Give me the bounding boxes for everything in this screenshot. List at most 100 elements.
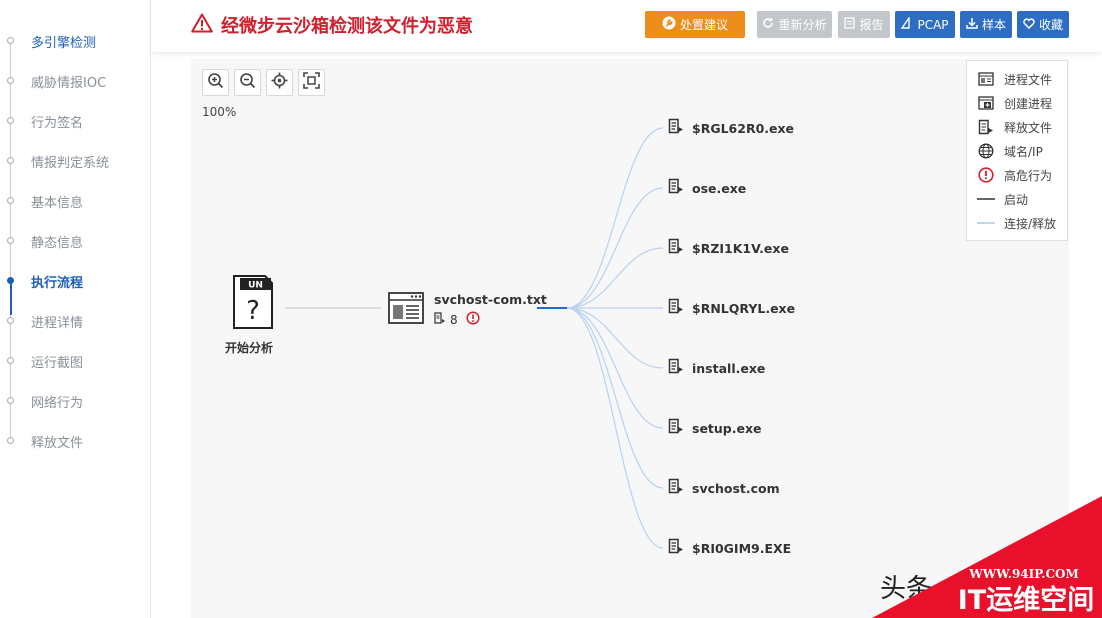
- nav-item-label: 执行流程: [31, 276, 84, 291]
- nav-dot: [7, 37, 14, 44]
- dropped-file-name: $RZI1K1V.exe: [692, 240, 789, 256]
- nav-item-label: 威胁情报IOC: [31, 76, 107, 91]
- edge-child-8: [566, 307, 664, 549]
- globe-icon: [977, 143, 995, 159]
- dropped-file-node[interactable]: $RGL62R0.exe: [668, 118, 794, 138]
- nav-item-label: 行为签名: [31, 116, 84, 131]
- nav-dot: [7, 397, 14, 404]
- legend-dropped-file: 释放文件: [977, 118, 1052, 136]
- process-node[interactable]: [388, 292, 424, 324]
- dropped-file-icon: [977, 119, 995, 135]
- dropped-file-node[interactable]: setup.exe: [668, 418, 762, 437]
- dropped-file-icon: [668, 298, 684, 318]
- sidebar-nav: 多引擎检测 威胁情报IOC 行为签名 情报判定系统 基本信息 静态信息 执行流程…: [0, 0, 151, 618]
- legend-domain-ip: 域名/IP: [977, 142, 1043, 160]
- button-label: 样本: [981, 18, 1006, 32]
- dropped-file-icon: [668, 238, 684, 258]
- nav-item-threat-ioc[interactable]: 威胁情报IOC: [0, 71, 150, 91]
- nav-dot: [7, 277, 14, 284]
- nav-dot: [7, 157, 14, 164]
- legend-label: 连接/释放: [1004, 216, 1057, 231]
- nav-item-process-details[interactable]: 进程详情: [0, 311, 150, 331]
- start-analysis-label: 开始分析: [225, 341, 274, 355]
- process-file-icon: [977, 71, 995, 87]
- legend-label: 进程文件: [1004, 72, 1053, 87]
- verdict-banner: 经微步云沙箱检测该文件为恶意: [191, 12, 473, 38]
- dropped-file-icon: [668, 118, 684, 138]
- nav-item-execution-flow[interactable]: 执行流程: [0, 271, 150, 291]
- dropped-file-icon: [434, 312, 446, 327]
- reanalyze-button[interactable]: 重新分析: [757, 11, 832, 38]
- legend-create-process: 创建进程: [977, 94, 1052, 112]
- dropped-file-icon: [668, 478, 684, 498]
- button-label: PCAP: [917, 17, 949, 32]
- edge-child-2: [566, 187, 664, 309]
- dropped-file-node[interactable]: ose.exe: [668, 178, 747, 198]
- nav-item-static-info[interactable]: 静态信息: [0, 231, 150, 251]
- nav-item-label: 静态信息: [31, 236, 84, 251]
- start-analysis-node[interactable]: UN ?: [231, 275, 275, 329]
- button-label: 处置建议: [679, 18, 728, 32]
- legend-connect-release: 连接/释放: [977, 214, 1056, 232]
- edge-child-3: [566, 247, 664, 309]
- legend-label: 启动: [1004, 192, 1029, 207]
- nav-item-network-behavior[interactable]: 网络行为: [0, 391, 150, 411]
- nav-item-behavior-signature[interactable]: 行为签名: [0, 111, 150, 131]
- dropped-file-name: ose.exe: [692, 180, 747, 196]
- report-button[interactable]: 报告: [838, 11, 890, 38]
- legend-high-risk: 高危行为: [977, 166, 1052, 184]
- dropped-file-icon: [668, 178, 684, 198]
- heart-icon: [1023, 17, 1035, 32]
- dropped-file-node[interactable]: $RI0GIM9.EXE: [668, 538, 791, 558]
- nav-dot: [7, 437, 14, 444]
- nav-dot: [7, 197, 14, 204]
- dropped-file-name: svchost.com: [692, 480, 780, 496]
- create-process-icon: [977, 95, 995, 111]
- warning-triangle-icon: [191, 13, 213, 37]
- nav-dot: [7, 357, 14, 364]
- dropped-file-node[interactable]: $RNLQRYL.exe: [668, 298, 796, 318]
- process-window-icon: [388, 292, 424, 324]
- watermark-banner: WWW.94IP.COM IT运维空间: [872, 496, 1102, 618]
- download-sample-button[interactable]: 样本: [960, 11, 1012, 38]
- legend-label: 域名/IP: [1004, 144, 1043, 159]
- nav-item-label: 基本信息: [31, 196, 84, 211]
- high-risk-icon: [462, 311, 480, 328]
- pcap-button[interactable]: PCAP: [895, 11, 955, 38]
- favorite-button[interactable]: 收藏: [1017, 11, 1069, 38]
- nav-item-label: 运行截图: [31, 356, 84, 371]
- dropped-file-node[interactable]: $RZI1K1V.exe: [668, 238, 789, 258]
- legend-label: 创建进程: [1004, 96, 1053, 111]
- nav-dot: [7, 237, 14, 244]
- disposal-advice-button[interactable]: 处置建议: [645, 11, 745, 38]
- nav-item-screenshots[interactable]: 运行截图: [0, 351, 150, 371]
- edge-child-1: [566, 127, 664, 309]
- nav-item-basic-info[interactable]: 基本信息: [0, 191, 150, 211]
- legend-process-file: 进程文件: [977, 70, 1052, 88]
- button-label: 报告: [859, 18, 884, 32]
- watermark-brand: IT运维空间: [958, 584, 1094, 616]
- dropped-file-icon: [668, 538, 684, 558]
- nav-item-multi-engine[interactable]: 多引擎检测: [0, 31, 150, 51]
- nav-dot: [7, 317, 14, 324]
- nav-item-intel-verdict[interactable]: 情报判定系统: [0, 151, 150, 171]
- button-label: 重新分析: [778, 18, 827, 32]
- dropped-file-node[interactable]: svchost.com: [668, 478, 780, 498]
- high-risk-icon: [977, 167, 995, 183]
- header-bar: 经微步云沙箱检测该文件为恶意 处置建议 重新分析 报告 PCAP 样本 收藏: [151, 0, 1102, 52]
- dropped-file-name: $RNLQRYL.exe: [692, 300, 796, 316]
- wrench-icon: [662, 16, 676, 33]
- dropped-file-name: install.exe: [692, 360, 766, 376]
- dropped-file-name: setup.exe: [692, 420, 762, 436]
- download-icon: [966, 17, 978, 32]
- graph-legend: 进程文件 创建进程 释放文件 域名/IP 高危行为 启动 连接/释放: [966, 60, 1068, 241]
- pcap-icon: [901, 15, 913, 32]
- edge-child-7: [566, 307, 664, 489]
- process-meta: 8: [434, 311, 480, 328]
- nav-item-label: 进程详情: [31, 316, 84, 331]
- edge-child-6: [566, 307, 664, 429]
- document-icon: [844, 17, 856, 32]
- dropped-file-node[interactable]: install.exe: [668, 358, 766, 377]
- refresh-icon: [762, 17, 774, 32]
- nav-item-dropped-files[interactable]: 释放文件: [0, 431, 150, 451]
